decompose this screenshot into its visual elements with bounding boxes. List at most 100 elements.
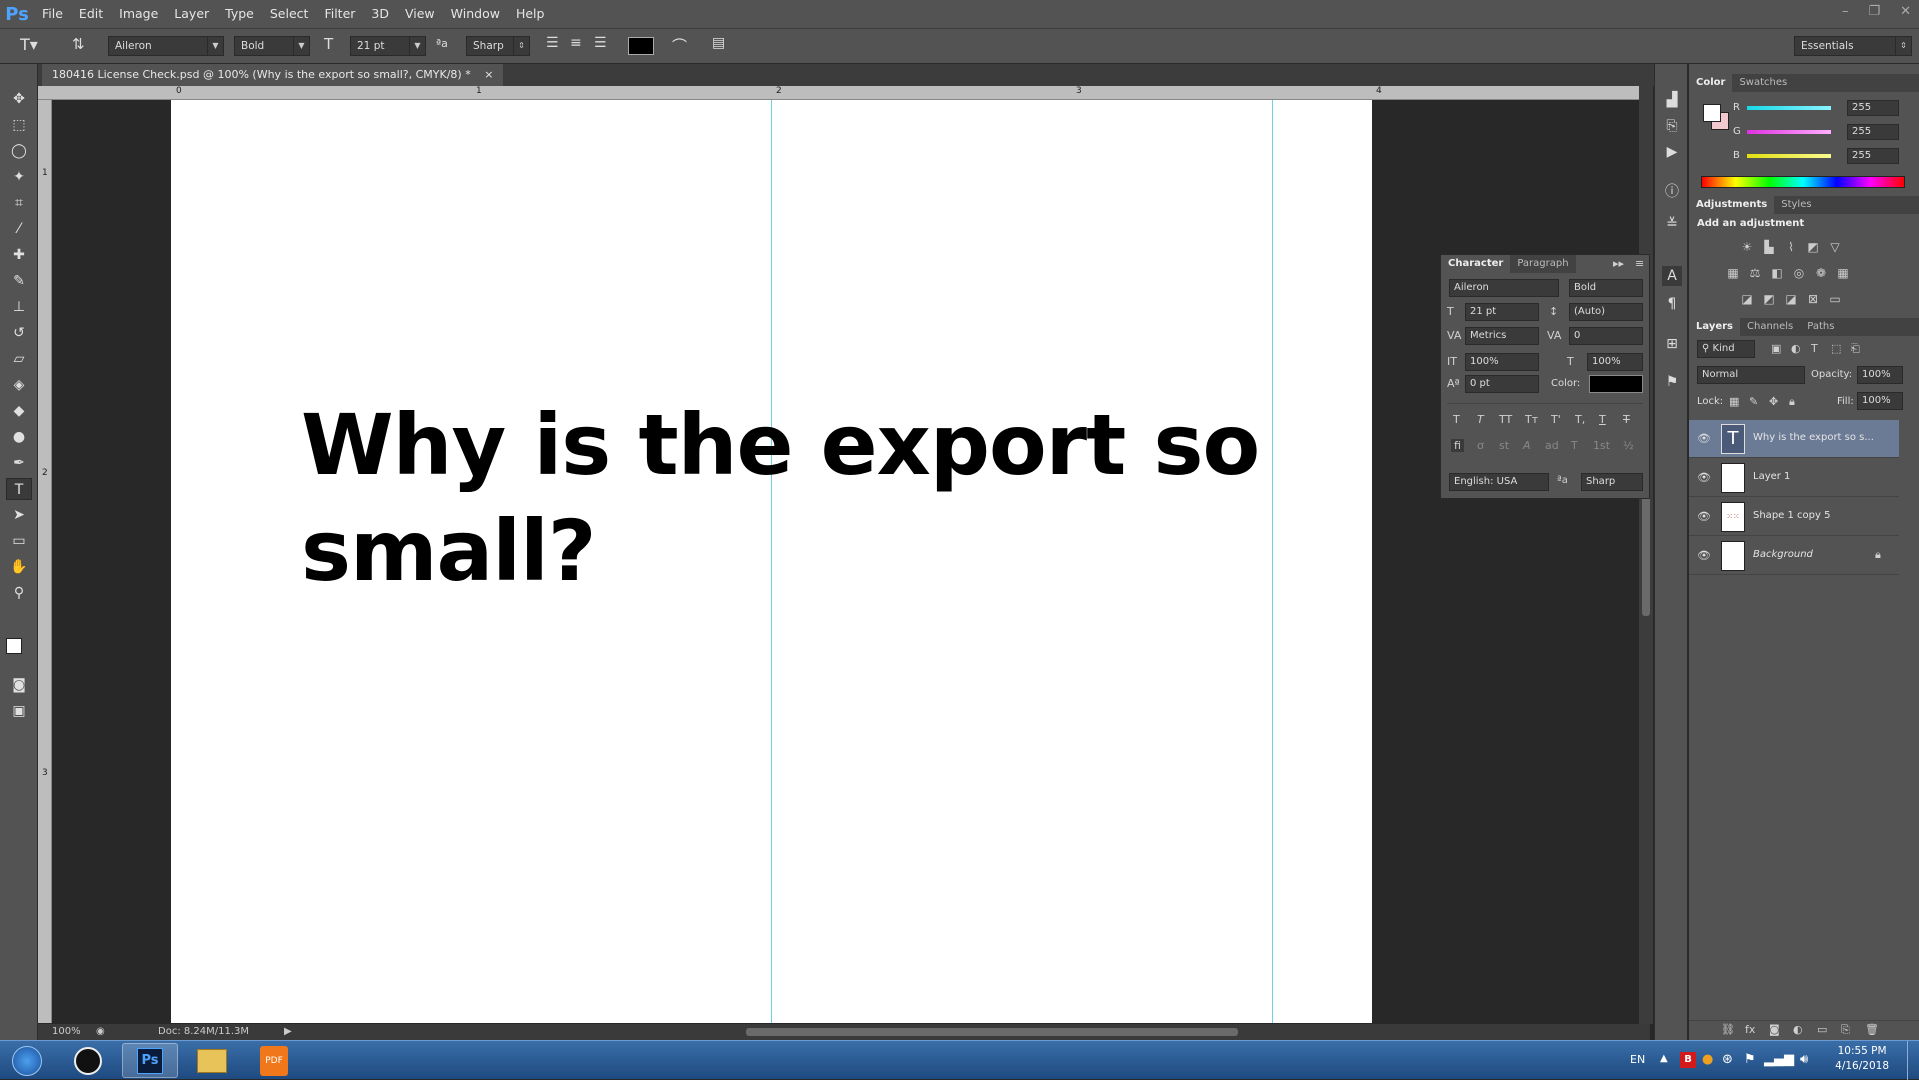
filter-smart-object-icon[interactable]: ⎗ — [1851, 342, 1860, 356]
character-icon[interactable]: A — [1662, 266, 1682, 286]
ligatures-button[interactable]: fi — [1451, 439, 1464, 452]
collapse-panel-icon[interactable]: ▸▸ — [1613, 257, 1624, 270]
opacity-field[interactable]: 100% — [1857, 366, 1903, 384]
move-tool-icon[interactable]: ✥ — [6, 88, 32, 110]
tab-character[interactable]: Character — [1441, 255, 1511, 273]
channel-mixer-icon[interactable]: ❁ — [1813, 266, 1829, 280]
layer-style-fx-icon[interactable]: fx — [1745, 1023, 1755, 1036]
taskbar-explorer[interactable] — [184, 1043, 240, 1078]
restore-button[interactable]: ❐ — [1868, 4, 1880, 19]
visibility-eye-icon[interactable]: 👁︎ — [1697, 549, 1711, 562]
rectangle-tool-icon[interactable]: ▭ — [6, 530, 32, 552]
color-foreground-swatch[interactable] — [1703, 104, 1721, 122]
magic-wand-tool-icon[interactable]: ✦ — [6, 166, 32, 188]
filter-shape-icon[interactable]: ⬚ — [1831, 342, 1841, 355]
new-adjustment-layer-icon[interactable]: ◐ — [1793, 1023, 1803, 1036]
fractions-button[interactable]: ½ — [1623, 439, 1634, 452]
old-style-button[interactable]: ơ — [1477, 439, 1484, 452]
fill-field[interactable]: 100% — [1857, 392, 1903, 410]
vertical-scrollbar[interactable] — [1639, 86, 1653, 1024]
volume-icon[interactable]: 🔊︎ — [1800, 1052, 1808, 1067]
menu-filter[interactable]: Filter — [316, 0, 363, 28]
layer-name[interactable]: Layer 1 — [1753, 471, 1790, 482]
char-baseline-shift-field[interactable]: 0 pt — [1465, 375, 1539, 393]
tab-color[interactable]: Color — [1689, 74, 1733, 92]
marquee-tool-icon[interactable]: ⬚ — [6, 114, 32, 136]
add-mask-icon[interactable]: ◙ — [1769, 1023, 1780, 1036]
horizontal-scrollbar-thumb[interactable] — [746, 1028, 1238, 1036]
path-selection-tool-icon[interactable]: ➤ — [6, 504, 32, 526]
char-size-field[interactable]: 21 pt — [1465, 303, 1539, 321]
taskbar-pdf[interactable]: PDF — [246, 1043, 302, 1078]
taskbar-photoshop[interactable]: Ps — [122, 1043, 178, 1078]
menu-image[interactable]: Image — [111, 0, 166, 28]
zoom-tool-icon[interactable]: ⚲ — [6, 582, 32, 604]
status-menu-arrow-icon[interactable]: ▶ — [284, 1024, 292, 1040]
underline-button[interactable]: T — [1599, 413, 1606, 426]
filter-type-icon[interactable]: T — [1811, 342, 1818, 355]
align-center-icon[interactable]: ≡ — [570, 35, 582, 51]
layer-row-layer1[interactable]: 👁︎ Layer 1 — [1689, 459, 1899, 497]
clone-source-icon[interactable]: ⚑ — [1662, 372, 1682, 392]
invert-icon[interactable]: ◪ — [1739, 292, 1755, 306]
tab-channels[interactable]: Channels — [1740, 318, 1800, 336]
crop-tool-icon[interactable]: ⌗ — [6, 192, 32, 214]
channel-g-field[interactable]: 255 — [1847, 124, 1899, 140]
font-size-select[interactable]: 21 pt ▼ — [350, 36, 426, 56]
hue-saturation-icon[interactable]: ▦ — [1725, 266, 1741, 280]
curves-icon[interactable]: ⌇ — [1783, 240, 1799, 254]
faux-bold-button[interactable]: T — [1453, 413, 1460, 426]
exposure-icon[interactable]: ◩ — [1805, 240, 1821, 254]
char-font-family-select[interactable]: Aileron — [1449, 279, 1559, 297]
foreground-color-swatch[interactable] — [6, 638, 22, 654]
menu-edit[interactable]: Edit — [71, 0, 111, 28]
panel-menu-icon[interactable]: ≡ — [1635, 257, 1644, 270]
brightness-contrast-icon[interactable]: ☀ — [1739, 240, 1755, 254]
healing-brush-tool-icon[interactable]: ✚ — [6, 244, 32, 266]
color-spectrum-bar[interactable] — [1701, 176, 1905, 188]
channel-r-field[interactable]: 255 — [1847, 100, 1899, 116]
tab-adjustments[interactable]: Adjustments — [1689, 196, 1775, 214]
char-vertical-scale-field[interactable]: 100% — [1465, 353, 1539, 371]
lock-position-icon[interactable]: ✥ — [1769, 395, 1778, 408]
photo-filter-icon[interactable]: ◎ — [1791, 266, 1807, 280]
eyedropper-tool-icon[interactable]: ⁄ — [6, 218, 32, 240]
layer-name[interactable]: Background — [1753, 549, 1813, 560]
subscript-button[interactable]: T, — [1575, 413, 1585, 426]
history-brush-tool-icon[interactable]: ↺ — [6, 322, 32, 344]
network-icon[interactable]: ▂▄▆ — [1764, 1052, 1794, 1067]
char-leading-field[interactable]: (Auto) — [1569, 303, 1643, 321]
document-canvas[interactable]: Why is the export so small? — [171, 100, 1372, 1023]
selective-color-icon[interactable]: ⊠ — [1805, 292, 1821, 306]
strikethrough-button[interactable]: T — [1623, 413, 1630, 426]
menu-type[interactable]: Type — [217, 0, 262, 28]
char-horizontal-scale-field[interactable]: 100% — [1587, 353, 1643, 371]
tool-presets-icon[interactable]: ⊞ — [1662, 334, 1682, 354]
channel-b-field[interactable]: 255 — [1847, 148, 1899, 164]
faux-italic-button[interactable]: T — [1477, 413, 1484, 426]
delete-layer-icon[interactable]: 🗑︎ — [1865, 1023, 1879, 1036]
char-kerning-field[interactable]: Metrics — [1465, 327, 1539, 345]
layer-row-shape[interactable]: 👁︎ ⁙⁙ Shape 1 copy 5 — [1689, 498, 1899, 536]
clock[interactable]: 10:55 PM 4/16/2018 — [1835, 1044, 1889, 1074]
language-indicator[interactable]: EN — [1630, 1053, 1645, 1066]
type-tool-preset-icon[interactable]: T▾ — [20, 35, 38, 54]
info-icon[interactable]: ⓘ — [1662, 182, 1682, 202]
char-antialias-select[interactable]: Sharp — [1581, 473, 1643, 491]
dodge-tool-icon[interactable]: ● — [6, 426, 32, 448]
scrollbar-thumb[interactable] — [1642, 496, 1650, 616]
language-select[interactable]: English: USA — [1449, 473, 1549, 491]
quick-mask-icon[interactable]: ◙ — [6, 674, 32, 696]
eraser-tool-icon[interactable]: ▱ — [6, 348, 32, 370]
brush-tool-icon[interactable]: ✎ — [6, 270, 32, 292]
lasso-tool-icon[interactable]: ◯ — [6, 140, 32, 162]
start-button[interactable] — [2, 1043, 52, 1078]
menu-view[interactable]: View — [397, 0, 443, 28]
paint-bucket-tool-icon[interactable]: ◈ — [6, 374, 32, 396]
color-balance-icon[interactable]: ⚖ — [1747, 266, 1763, 280]
menu-select[interactable]: Select — [262, 0, 317, 28]
vibrance-icon[interactable]: ▽ — [1827, 240, 1843, 254]
show-hidden-icons-icon[interactable]: ▲ — [1660, 1053, 1668, 1064]
small-caps-button[interactable]: Tт — [1525, 413, 1538, 426]
tab-paths[interactable]: Paths — [1800, 318, 1841, 336]
